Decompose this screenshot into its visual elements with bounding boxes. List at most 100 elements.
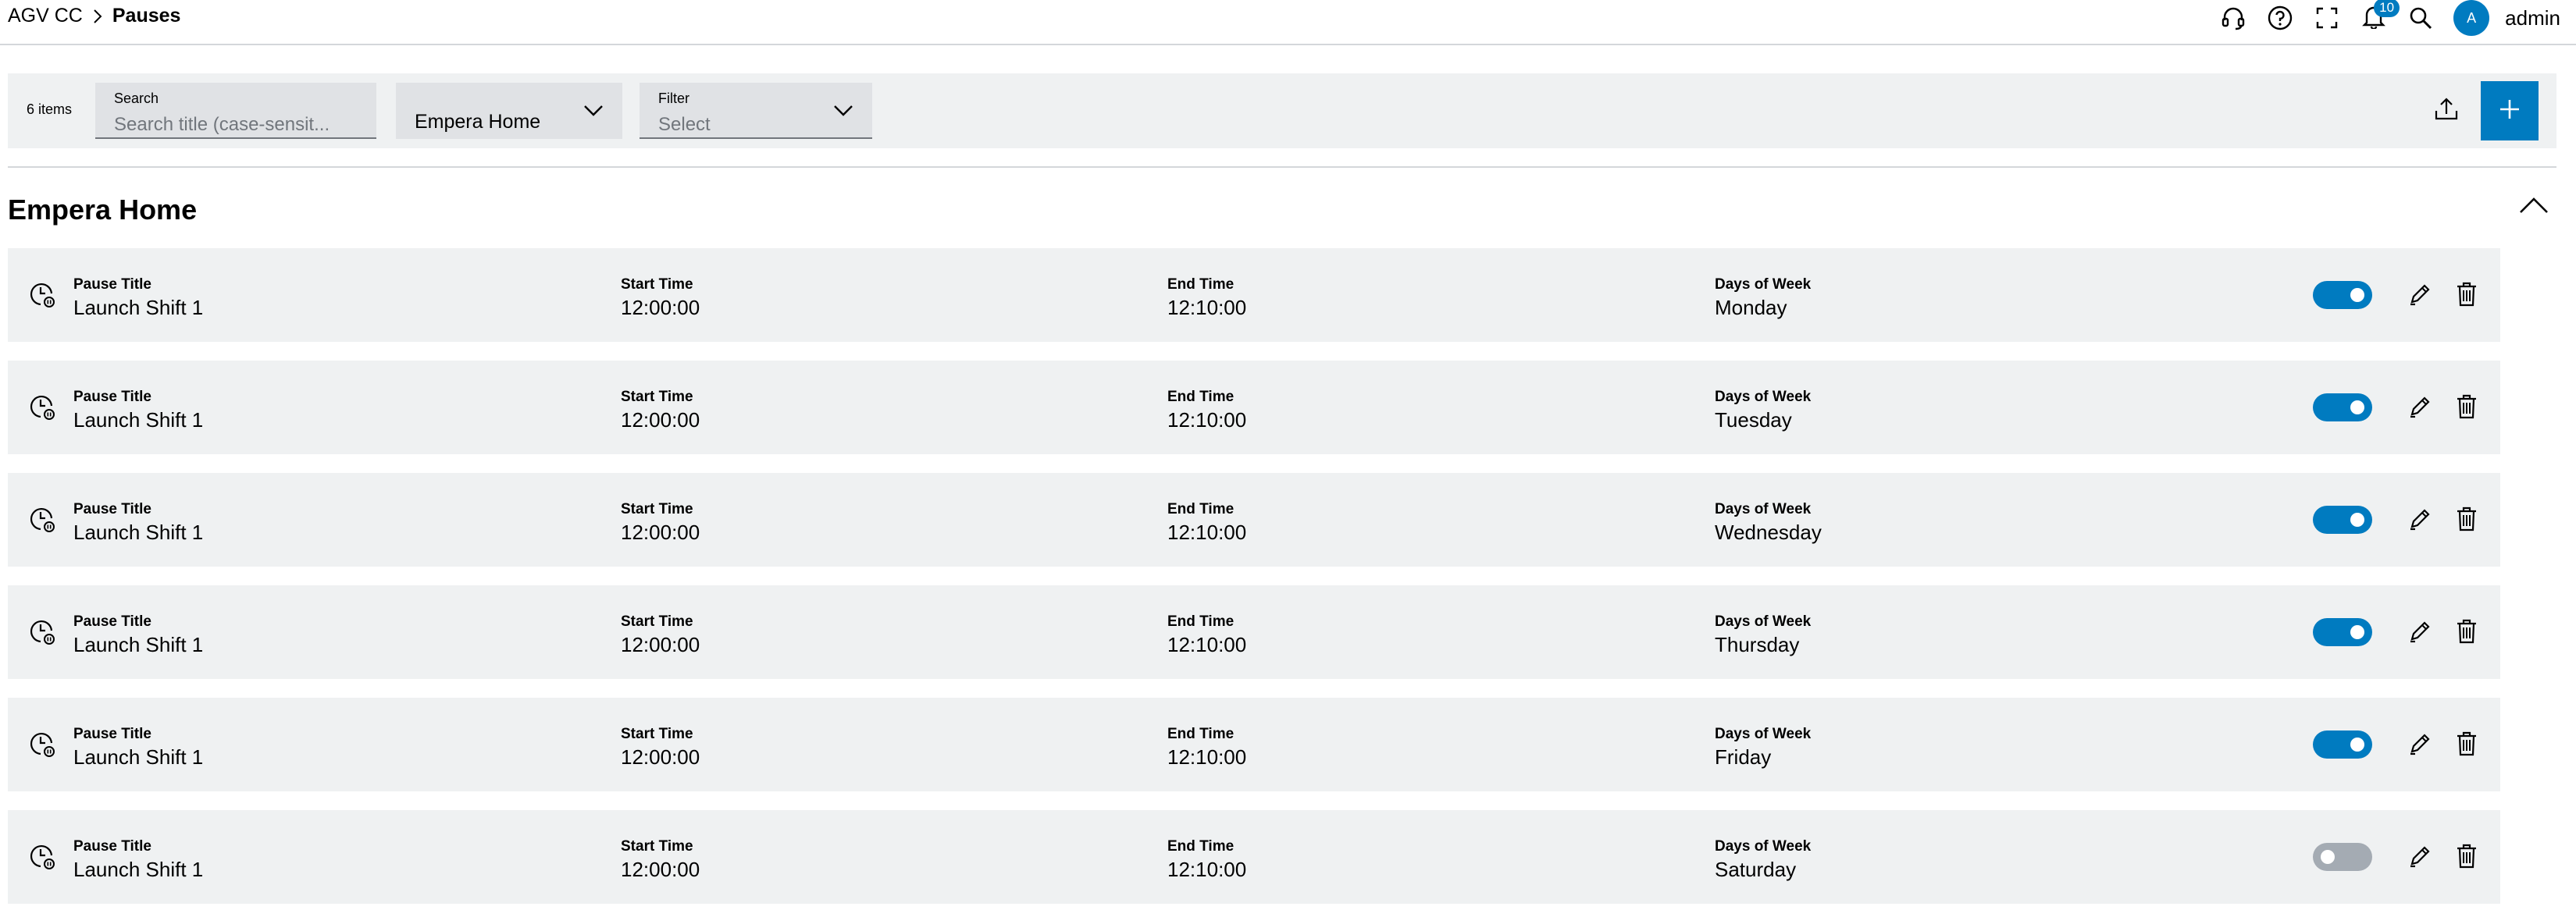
notification-badge: 10	[2374, 0, 2400, 17]
pause-row[interactable]: Pause Title Launch Shift 1 Start Time 12…	[8, 810, 2500, 904]
header-actions: 10 A admin	[2210, 0, 2560, 36]
start-time-label: Start Time	[621, 838, 693, 855]
end-time-cell: End Time 12:10:00	[1167, 501, 1246, 545]
pause-title-label: Pause Title	[73, 389, 151, 405]
toggle-knob	[2350, 288, 2364, 302]
pause-row[interactable]: Pause Title Launch Shift 1 Start Time 12…	[8, 361, 2500, 454]
enabled-toggle[interactable]	[2313, 618, 2372, 646]
start-time-value: 12:00:00	[621, 521, 700, 544]
fullscreen-icon[interactable]	[2303, 0, 2350, 36]
pause-title-label: Pause Title	[73, 838, 151, 855]
search-icon[interactable]	[2397, 0, 2444, 36]
pause-row[interactable]: Pause Title Launch Shift 1 Start Time 12…	[8, 698, 2500, 791]
location-select[interactable]: Empera Home	[396, 83, 622, 139]
pause-title-label: Pause Title	[73, 501, 151, 517]
pencil-icon[interactable]	[2407, 730, 2433, 761]
end-time-label: End Time	[1167, 726, 1235, 742]
days-of-week-value: Tuesday	[1715, 408, 1792, 432]
group-title: Empera Home	[8, 194, 198, 226]
start-time-value: 12:00:00	[621, 296, 700, 319]
days-of-week-cell: Days of Week Monday	[1715, 276, 1811, 320]
search-input[interactable]: Search Search title (case-sensit...	[95, 83, 376, 139]
breadcrumb-parent[interactable]: AGV CC	[8, 5, 83, 27]
days-of-week-value: Wednesday	[1715, 521, 1822, 544]
pause-title-cell: Pause Title Launch Shift 1	[73, 501, 203, 545]
clock-pause-icon	[28, 393, 56, 425]
avatar[interactable]: A	[2453, 0, 2490, 36]
pause-title-value: Launch Shift 1	[73, 521, 204, 544]
end-time-cell: End Time 12:10:00	[1167, 389, 1246, 432]
notifications-button[interactable]: 10	[2350, 0, 2400, 36]
start-time-cell: Start Time 12:00:00	[621, 276, 700, 320]
enabled-toggle[interactable]	[2313, 843, 2372, 871]
clock-pause-icon	[28, 281, 56, 313]
end-time-label: End Time	[1167, 276, 1235, 293]
end-time-cell: End Time 12:10:00	[1167, 726, 1246, 770]
trash-icon[interactable]	[2455, 393, 2478, 424]
enabled-toggle[interactable]	[2313, 281, 2372, 309]
filter-label: Filter	[658, 91, 689, 106]
toggle-knob	[2350, 738, 2364, 752]
add-button[interactable]	[2481, 81, 2539, 140]
enabled-toggle[interactable]	[2313, 506, 2372, 534]
pause-title-value: Launch Shift 1	[73, 745, 204, 769]
chevron-down-icon	[833, 105, 853, 121]
days-of-week-label: Days of Week	[1715, 613, 1812, 630]
pause-row[interactable]: Pause Title Launch Shift 1 Start Time 12…	[8, 585, 2500, 679]
filter-select[interactable]: Filter Select	[640, 83, 872, 139]
trash-icon[interactable]	[2455, 506, 2478, 536]
days-of-week-label: Days of Week	[1715, 389, 1812, 405]
toggle-knob	[2350, 625, 2364, 639]
pencil-icon[interactable]	[2407, 506, 2433, 536]
upload-icon[interactable]	[2433, 95, 2460, 126]
trash-icon[interactable]	[2455, 730, 2478, 761]
end-time-cell: End Time 12:10:00	[1167, 613, 1246, 657]
end-time-label: End Time	[1167, 838, 1235, 855]
toggle-knob	[2350, 400, 2364, 414]
end-time-cell: End Time 12:10:00	[1167, 276, 1246, 320]
chevron-up-icon[interactable]	[2518, 195, 2549, 219]
days-of-week-label: Days of Week	[1715, 276, 1812, 293]
toggle-knob	[2321, 850, 2335, 864]
start-time-value: 12:00:00	[621, 858, 700, 881]
pause-title-value: Launch Shift 1	[73, 633, 204, 656]
days-of-week-label: Days of Week	[1715, 838, 1812, 855]
chevron-down-icon	[583, 105, 604, 121]
clock-pause-icon	[28, 506, 56, 538]
enabled-toggle[interactable]	[2313, 393, 2372, 421]
divider	[8, 166, 2556, 168]
end-time-value: 12:10:00	[1167, 633, 1247, 656]
start-time-value: 12:00:00	[621, 408, 700, 432]
pause-row[interactable]: Pause Title Launch Shift 1 Start Time 12…	[8, 248, 2500, 342]
pencil-icon[interactable]	[2407, 843, 2433, 873]
pencil-icon[interactable]	[2407, 618, 2433, 649]
start-time-cell: Start Time 12:00:00	[621, 726, 700, 770]
pause-title-cell: Pause Title Launch Shift 1	[73, 838, 203, 882]
trash-icon[interactable]	[2455, 618, 2478, 649]
headset-icon[interactable]	[2210, 0, 2257, 36]
pencil-icon[interactable]	[2407, 393, 2433, 424]
pause-row[interactable]: Pause Title Launch Shift 1 Start Time 12…	[8, 473, 2500, 567]
trash-icon[interactable]	[2455, 281, 2478, 311]
days-of-week-value: Monday	[1715, 296, 1787, 319]
help-icon[interactable]	[2257, 0, 2303, 36]
enabled-toggle[interactable]	[2313, 730, 2372, 759]
pause-title-cell: Pause Title Launch Shift 1	[73, 726, 203, 770]
user-name[interactable]: admin	[2505, 6, 2560, 30]
pencil-icon[interactable]	[2407, 281, 2433, 311]
end-time-label: End Time	[1167, 613, 1235, 630]
days-of-week-cell: Days of Week Saturday	[1715, 838, 1811, 882]
clock-pause-icon	[28, 843, 56, 875]
end-time-value: 12:10:00	[1167, 858, 1247, 881]
start-time-label: Start Time	[621, 726, 693, 742]
breadcrumb-current: Pauses	[112, 5, 181, 27]
location-select-value: Empera Home	[415, 111, 541, 133]
end-time-label: End Time	[1167, 389, 1235, 405]
start-time-label: Start Time	[621, 613, 693, 630]
trash-icon[interactable]	[2455, 843, 2478, 873]
top-bar: AGV CC Pauses 10 A admin	[0, 0, 2576, 45]
pause-title-label: Pause Title	[73, 276, 151, 293]
start-time-label: Start Time	[621, 389, 693, 405]
start-time-value: 12:00:00	[621, 633, 700, 656]
item-count: 6 items	[27, 101, 73, 117]
